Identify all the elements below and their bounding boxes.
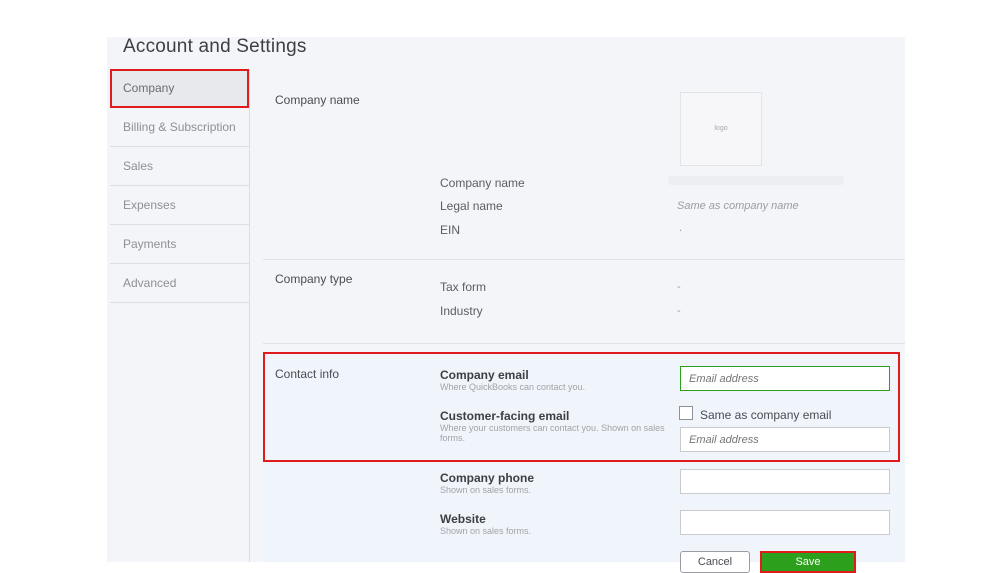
save-button[interactable]: Save	[760, 551, 856, 573]
company-email-label: Company email	[440, 368, 529, 382]
page-title: Account and Settings	[123, 36, 307, 57]
tax-form-label: Tax form	[440, 280, 487, 294]
company-name-value	[668, 176, 844, 185]
website-label: Website	[440, 512, 486, 526]
sidebar-item-label: Advanced	[123, 276, 177, 290]
cancel-button[interactable]: Cancel	[680, 551, 750, 573]
section-divider	[263, 343, 905, 344]
company-phone-label: Company phone	[440, 471, 535, 485]
company-phone-help: Shown on sales forms.	[440, 485, 532, 495]
sidebar-item-company[interactable]: Company	[110, 69, 249, 108]
company-phone-input[interactable]	[680, 469, 890, 494]
ein-value: .	[679, 222, 683, 234]
legal-name-label: Legal name	[440, 199, 503, 213]
sidebar-item-expenses[interactable]: Expenses	[110, 186, 249, 225]
website-input[interactable]	[680, 510, 890, 535]
same-as-company-email-checkbox[interactable]	[679, 406, 693, 420]
industry-label: Industry	[440, 304, 483, 318]
sidebar-item-label: Company	[123, 81, 175, 95]
section-divider	[263, 259, 905, 260]
sidebar-item-advanced[interactable]: Advanced	[110, 264, 249, 303]
ein-label: EIN	[440, 223, 461, 237]
company-email-help: Where QuickBooks can contact you.	[440, 382, 586, 392]
customer-facing-email-help: Where your customers can contact you. Sh…	[440, 423, 665, 443]
legal-name-value: Same as company name	[677, 200, 799, 212]
section-label-contact-info: Contact info	[275, 367, 340, 381]
tax-form-value: -	[677, 281, 681, 293]
sidebar-item-label: Sales	[123, 159, 154, 173]
company-name-label: Company name	[440, 176, 525, 190]
settings-sidebar: Company Billing & Subscription Sales Exp…	[110, 69, 250, 562]
sidebar-item-label: Expenses	[123, 198, 176, 212]
section-label-company-name[interactable]: Company name	[275, 93, 360, 107]
section-label-company-type[interactable]: Company type	[275, 272, 352, 286]
customer-facing-email-input[interactable]	[680, 427, 890, 452]
sidebar-item-sales[interactable]: Sales	[110, 147, 249, 186]
industry-value: -	[677, 305, 681, 317]
customer-facing-email-label: Customer-facing email	[440, 409, 570, 423]
company-logo-upload[interactable]: logo	[680, 92, 762, 166]
sidebar-item-label: Billing & Subscription	[123, 120, 236, 134]
sidebar-item-label: Payments	[123, 237, 177, 251]
same-as-company-email-label[interactable]: Same as company email	[700, 408, 831, 422]
sidebar-item-billing[interactable]: Billing & Subscription	[110, 108, 249, 147]
website-help: Shown on sales forms.	[440, 526, 532, 536]
sidebar-item-payments[interactable]: Payments	[110, 225, 249, 264]
logo-placeholder-text: logo	[714, 125, 728, 132]
company-email-input[interactable]	[680, 366, 890, 391]
